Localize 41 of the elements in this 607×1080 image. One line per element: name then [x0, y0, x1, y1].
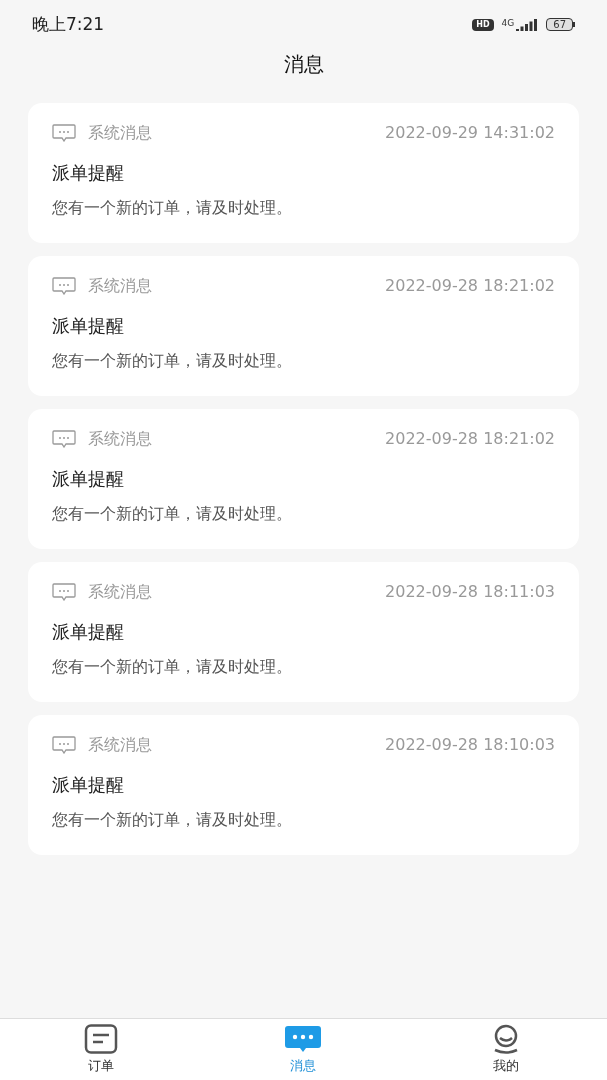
- message-category: 系统消息: [88, 122, 152, 144]
- battery-icon: 67: [546, 18, 575, 31]
- message-card[interactable]: 系统消息 2022-09-28 18:10:03 派单提醒 您有一个新的订单，请及时处理。: [28, 715, 579, 855]
- chat-icon: [52, 430, 76, 448]
- message-card[interactable]: 系统消息 2022-09-28 18:21:02 派单提醒 您有一个新的订单，请及时处理。: [28, 256, 579, 396]
- signal-icon: [516, 18, 539, 31]
- message-body: 您有一个新的订单，请及时处理。: [52, 197, 293, 219]
- message-category: 系统消息: [88, 275, 152, 297]
- chat-icon: [52, 277, 76, 295]
- tab-item[interactable]: 我的: [404, 1019, 607, 1080]
- message-title: 派单提醒: [52, 314, 125, 338]
- message-time: 2022-09-28 18:11:03: [385, 581, 555, 603]
- message-category: 系统消息: [88, 581, 152, 603]
- message-body: 您有一个新的订单，请及时处理。: [52, 350, 293, 372]
- tab-item[interactable]: 消息: [202, 1019, 405, 1080]
- message-card[interactable]: 系统消息 2022-09-29 14:31:02 派单提醒 您有一个新的订单，请及时处理。: [28, 103, 579, 243]
- message-body: 您有一个新的订单，请及时处理。: [52, 656, 293, 678]
- message-title: 派单提醒: [52, 467, 125, 491]
- network-label: 4G: [501, 18, 515, 28]
- message-title: 派单提醒: [52, 773, 125, 797]
- document-icon: [84, 1023, 119, 1054]
- message-body: 您有一个新的订单，请及时处理。: [52, 809, 293, 831]
- hd-badge: HD: [472, 18, 494, 31]
- chat-icon: [52, 124, 76, 142]
- tab-item[interactable]: 订单: [0, 1019, 203, 1080]
- message-time: 2022-09-28 18:21:02: [385, 275, 555, 297]
- message-title: 派单提醒: [52, 620, 125, 644]
- message-card[interactable]: 系统消息 2022-09-28 18:11:03 派单提醒 您有一个新的订单，请及时处理。: [28, 562, 579, 702]
- status-time: 晚上7:21: [32, 12, 105, 36]
- message-category: 系统消息: [88, 734, 152, 756]
- message-card[interactable]: 系统消息 2022-09-28 18:21:02 派单提醒 您有一个新的订单，请及时处理。: [28, 409, 579, 549]
- message-body: 您有一个新的订单，请及时处理。: [52, 503, 293, 525]
- chat-icon: [284, 1023, 323, 1054]
- message-title: 派单提醒: [52, 161, 125, 185]
- message-time: 2022-09-28 18:10:03: [385, 734, 555, 756]
- message-time: 2022-09-29 14:31:02: [385, 122, 555, 144]
- chat-icon: [52, 736, 76, 754]
- page-title: 消息: [283, 51, 324, 78]
- chat-icon: [52, 583, 76, 601]
- message-category: 系统消息: [88, 428, 152, 450]
- message-time: 2022-09-28 18:21:02: [385, 428, 555, 450]
